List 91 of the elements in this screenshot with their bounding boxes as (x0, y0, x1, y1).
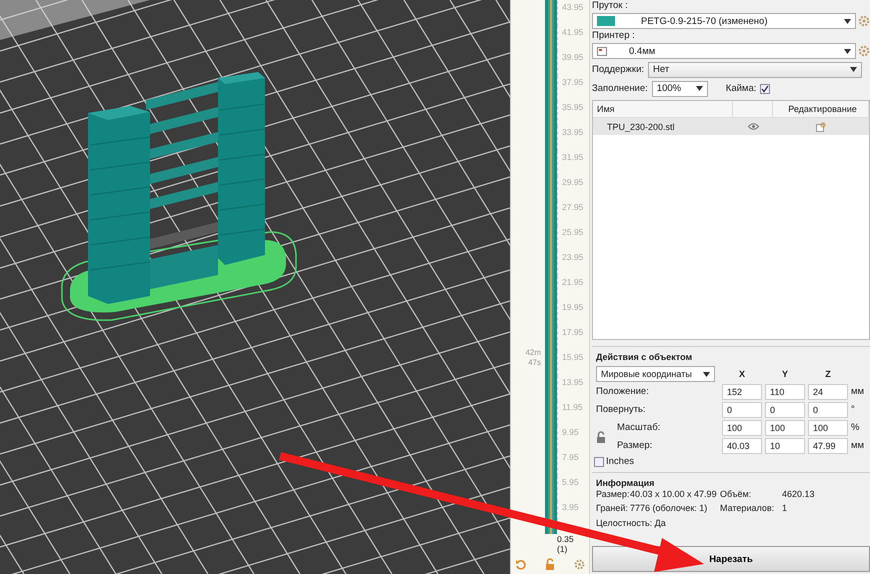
layer-number-label: (1) (557, 544, 568, 554)
layer-height-label: 39.95 (557, 51, 584, 76)
transform-label: Размер: (616, 440, 654, 452)
layer-height-label: 5.95 (557, 476, 584, 501)
caret-icon (696, 86, 703, 91)
layer-height-label: 43.95 (557, 1, 584, 26)
infill-label: Заполнение: (592, 82, 648, 94)
layer-height-label: 31.95 (557, 151, 584, 176)
layer-height-label: 15.95 (557, 351, 584, 376)
print-time-text: 42m (525, 348, 541, 358)
brim-label: Кайма: (726, 82, 756, 94)
settings-icon[interactable] (858, 45, 870, 57)
layer-height-label: 7.95 (557, 451, 584, 476)
number-field[interactable]: 0 (765, 402, 805, 418)
unit-label: мм (851, 386, 866, 398)
layer-height-label: 41.95 (557, 26, 584, 51)
info-value: 40.03 x 10.00 x 47.99 (630, 489, 718, 499)
unit-label: % (851, 422, 860, 434)
layer-height-label: 33.95 (557, 126, 584, 151)
settings-icon[interactable] (858, 15, 870, 27)
info-label: Размер: (596, 489, 630, 499)
layer-height-label: 35.95 (557, 101, 584, 126)
axis-label: Z (824, 369, 832, 379)
layer-height-label: 3.95 (557, 501, 584, 526)
infill-select[interactable]: 100% (652, 80, 708, 96)
layer-height-label: 25.95 (557, 226, 584, 251)
number-field[interactable]: 24 (808, 384, 848, 400)
filament-select[interactable]: PETG-0.9-215-70 (изменено) (592, 13, 856, 29)
number-field[interactable]: 100 (808, 420, 848, 436)
info-value: 4620.13 (782, 489, 816, 499)
object-row[interactable]: TPU_230-200.stl (593, 118, 869, 135)
layer-height-label: 29.95 (557, 176, 584, 201)
lock-icon[interactable] (545, 558, 555, 570)
column-header[interactable]: Редактирование (773, 101, 869, 117)
number-field[interactable]: 100 (765, 420, 805, 436)
supports-label: Поддержки: (592, 64, 644, 76)
layer-height-label: 23.95 (557, 251, 584, 276)
filament-label: Пруток : (592, 0, 629, 12)
axis-label: Y (780, 369, 789, 379)
layer-height-label: 9.95 (557, 426, 584, 451)
layer-height-label: 13.95 (557, 376, 584, 401)
eye-icon[interactable] (748, 123, 758, 130)
info-label: Материалов: (720, 503, 776, 513)
number-field[interactable]: 0 (722, 402, 762, 418)
settings-icon[interactable] (574, 558, 585, 570)
print-time-text: 47s (528, 358, 541, 368)
transform-label: Положение: (596, 386, 650, 398)
axis-label: X (738, 369, 746, 379)
caret-icon (844, 48, 851, 54)
caret-icon (844, 18, 851, 24)
info-label: Граней: (596, 503, 629, 513)
section-title: Действия с объектом (596, 351, 694, 363)
info-value: 7776 (оболочек: 1) (630, 503, 708, 513)
layer-height-label: 11.95 (557, 401, 584, 426)
caret-icon (703, 372, 710, 376)
info-value: 1 (782, 503, 788, 513)
number-field[interactable]: 0 (808, 402, 848, 418)
edit-icon[interactable] (816, 122, 826, 132)
number-field[interactable]: 10 (765, 438, 805, 454)
layer-height-label: 17.95 (557, 326, 584, 351)
unit-label: мм (851, 440, 866, 452)
layer-slider-fill[interactable] (545, 0, 557, 534)
inches-label: Inches (606, 456, 634, 468)
unit-label: ° (851, 404, 856, 416)
caret-icon (850, 67, 857, 72)
layer-height-label: 37.95 (557, 76, 584, 101)
undo-icon[interactable] (515, 558, 526, 570)
brim-checkbox[interactable] (760, 84, 770, 94)
info-label: Объём: (720, 489, 752, 499)
number-field[interactable]: 110 (765, 384, 805, 400)
number-field[interactable]: 40.03 (722, 438, 762, 454)
integrity-text: Целостность: Да (596, 518, 667, 528)
section-title: Информация (596, 477, 656, 489)
layer-height-label: 0.35 (557, 534, 575, 544)
printer-select[interactable]: 0.4мм (592, 43, 856, 59)
coordinate-mode-select[interactable]: Мировые координаты (596, 366, 715, 382)
number-field[interactable]: 47.99 (808, 438, 848, 454)
number-field[interactable]: 100 (722, 420, 762, 436)
transform-label: Повернуть: (596, 404, 647, 416)
lock-icon[interactable] (596, 431, 606, 443)
layer-height-label: 21.95 (557, 276, 584, 301)
column-header[interactable]: Имя (593, 101, 733, 117)
layer-height-label: 19.95 (557, 301, 584, 326)
number-field[interactable]: 152 (722, 384, 762, 400)
supports-select[interactable]: Нет (648, 62, 862, 78)
transform-label: Масштаб: (616, 422, 662, 434)
inches-checkbox[interactable] (594, 457, 604, 467)
printer-label: Принтер : (592, 30, 636, 42)
object-name: TPU_230-200.stl (606, 122, 676, 132)
layer-height-label: 27.95 (557, 201, 584, 226)
printer-profile-icon (597, 46, 607, 56)
